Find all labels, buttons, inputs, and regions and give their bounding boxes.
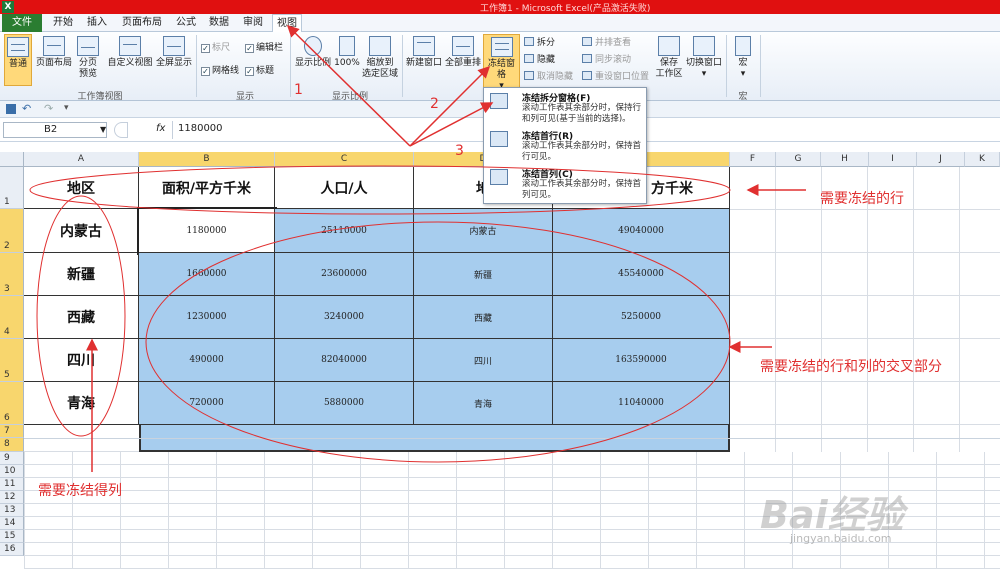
arrow-to-freeze-menu <box>409 102 494 147</box>
baidu-watermark: Bai经验 <box>760 493 904 537</box>
arrow-to-freeze-button <box>409 65 491 147</box>
annotation-freeze-row: 需要冻结的行 <box>820 191 904 207</box>
step-2-label: 2 <box>430 96 439 112</box>
annotation-freeze-cross: 需要冻结的行和列的交叉部分 <box>760 359 942 375</box>
freeze-row-ellipse <box>29 165 731 215</box>
step-3-label: 3 <box>455 143 464 159</box>
freeze-cross-ellipse <box>145 221 731 463</box>
step-1-label: 1 <box>294 82 303 98</box>
watermark-url: jingyan.baidu.com <box>790 532 892 545</box>
annotation-freeze-column: 需要冻结得列 <box>38 483 122 499</box>
freeze-column-ellipse <box>36 195 126 437</box>
arrow-to-view-tab <box>286 24 411 147</box>
